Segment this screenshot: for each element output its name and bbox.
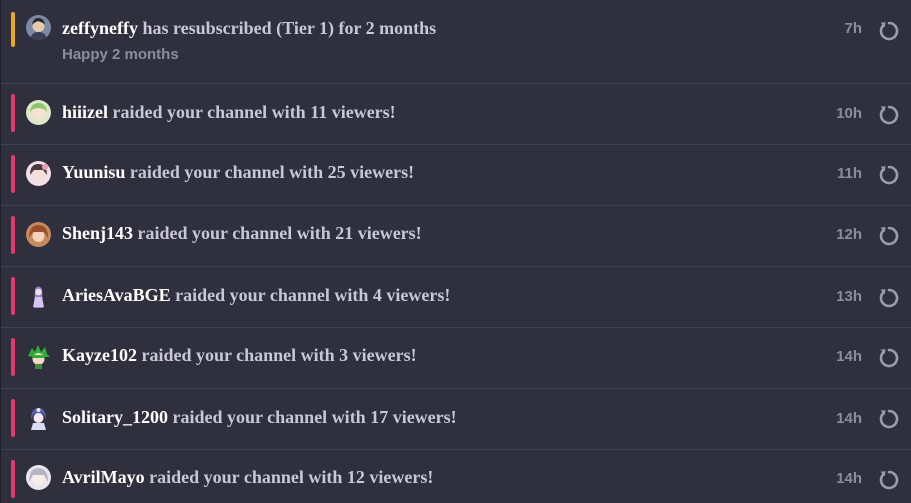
message-text: raided your channel with 3 viewers! <box>136 345 417 365</box>
username-link[interactable]: Shenj143 <box>62 223 133 243</box>
activity-message: zeffyneffy has resubscribed (Tier 1) for… <box>62 18 436 39</box>
activity-message: Shenj143 raided your channel with 21 vie… <box>62 223 422 244</box>
replay-icon <box>879 409 899 429</box>
username-link[interactable]: Yuunisu <box>62 162 125 182</box>
message-text: raided your channel with 21 viewers! <box>133 223 422 243</box>
replay-icon <box>879 348 899 368</box>
avatar-green-spiky-hair-icon <box>26 344 51 369</box>
avatar-silver-hair-icon <box>26 465 51 490</box>
replay-icon <box>879 226 899 246</box>
activity-message: AriesAvaBGE raided your channel with 4 v… <box>62 285 450 306</box>
raid-accent-bar <box>11 399 15 437</box>
activity-message: Yuunisu raided your channel with 25 view… <box>62 162 414 183</box>
username-link[interactable]: hiiizel <box>62 102 108 122</box>
username-link[interactable]: AriesAvaBGE <box>62 285 171 305</box>
timestamp: 12h <box>836 226 862 243</box>
timestamp: 14h <box>836 410 862 427</box>
resub-submessage: Happy 2 months <box>62 46 179 63</box>
activity-message: Kayze102 raided your channel with 3 view… <box>62 345 417 366</box>
message-text: has resubscribed (Tier 1) for 2 months <box>137 18 437 38</box>
message-text: raided your channel with 25 viewers! <box>125 162 415 182</box>
timestamp: 10h <box>836 105 862 122</box>
replay-icon <box>879 470 899 490</box>
username-link[interactable]: AvrilMayo <box>62 467 145 487</box>
raid-accent-bar <box>11 216 15 254</box>
activity-message: hiiizel raided your channel with 11 view… <box>62 102 396 123</box>
replay-icon <box>879 21 899 41</box>
raid-accent-bar <box>11 338 15 376</box>
activity-feed: zeffyneffy has resubscribed (Tier 1) for… <box>0 0 911 503</box>
timestamp: 7h <box>844 20 862 37</box>
replay-alert-button[interactable] <box>877 346 901 370</box>
replay-alert-button[interactable] <box>877 407 901 431</box>
activity-item-raid: AriesAvaBGE raided your channel with 4 v… <box>1 267 911 328</box>
timestamp: 14h <box>836 348 862 365</box>
replay-alert-button[interactable] <box>877 224 901 248</box>
message-text: raided your channel with 4 viewers! <box>170 285 451 305</box>
activity-item-raid: Yuunisu raided your channel with 25 view… <box>1 145 911 206</box>
activity-item-raid: AvrilMayo raided your channel with 12 vi… <box>1 450 911 503</box>
raid-accent-bar <box>11 277 15 315</box>
activity-message: AvrilMayo raided your channel with 12 vi… <box>62 467 433 488</box>
message-text: raided your channel with 17 viewers! <box>168 407 457 427</box>
avatar-dark-hair-icon <box>26 15 51 40</box>
activity-item-raid: Kayze102 raided your channel with 3 view… <box>1 328 911 389</box>
avatar-green-hair-icon <box>26 100 51 125</box>
raid-accent-bar <box>11 94 15 132</box>
raid-accent-bar <box>11 155 15 193</box>
replay-icon <box>879 288 899 308</box>
avatar-pink-hair-icon <box>26 161 51 186</box>
avatar-lavender-hair-icon <box>26 405 51 430</box>
timestamp: 11h <box>836 165 862 182</box>
message-text: raided your channel with 12 viewers! <box>144 467 434 487</box>
replay-alert-button[interactable] <box>877 468 901 492</box>
activity-item-raid: hiiizel raided your channel with 11 view… <box>1 84 911 145</box>
replay-alert-button[interactable] <box>877 19 901 43</box>
timestamp: 14h <box>836 470 862 487</box>
username-link[interactable]: zeffyneffy <box>62 18 138 38</box>
replay-alert-button[interactable] <box>877 286 901 310</box>
avatar-purple-hair-icon <box>26 283 51 308</box>
replay-alert-button[interactable] <box>877 103 901 127</box>
activity-item-raid: Shenj143 raided your channel with 21 vie… <box>1 206 911 267</box>
replay-icon <box>879 105 899 125</box>
avatar-brown-hair-icon <box>26 222 51 247</box>
resub-accent-bar <box>11 12 15 47</box>
activity-message: Solitary_1200 raided your channel with 1… <box>62 407 457 428</box>
username-link[interactable]: Kayze102 <box>62 345 137 365</box>
activity-item-resub: zeffyneffy has resubscribed (Tier 1) for… <box>1 0 911 84</box>
raid-accent-bar <box>11 460 15 498</box>
username-link[interactable]: Solitary_1200 <box>62 407 168 427</box>
activity-item-raid: Solitary_1200 raided your channel with 1… <box>1 389 911 450</box>
replay-alert-button[interactable] <box>877 163 901 187</box>
replay-icon <box>879 165 899 185</box>
timestamp: 13h <box>836 288 862 305</box>
message-text: raided your channel with 11 viewers! <box>108 102 396 122</box>
